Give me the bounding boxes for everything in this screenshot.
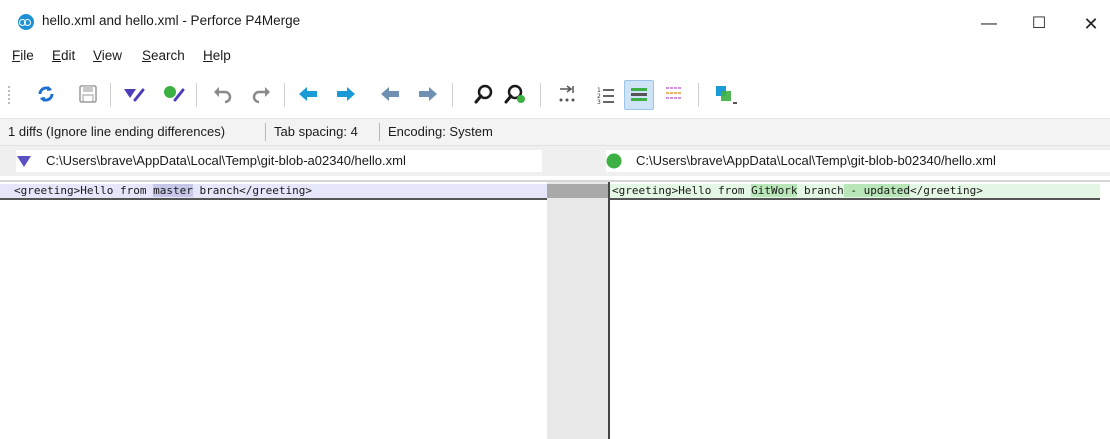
maximize-button[interactable]: ☐	[1016, 8, 1062, 40]
title-bar: hello.xml and hello.xml - Perforce P4Mer…	[0, 0, 1110, 44]
menu-help-label: elp	[212, 48, 231, 63]
left-changed-word: master	[153, 184, 193, 197]
menu-bar: File Edit View Search Help	[0, 44, 1110, 70]
diff-right-icon[interactable]	[160, 80, 188, 108]
menu-edit-hotkey: E	[52, 48, 62, 63]
menu-help-hotkey: H	[203, 48, 213, 63]
find-next-icon[interactable]	[502, 80, 530, 108]
status-separator	[379, 123, 380, 141]
toolbar-separator	[540, 83, 541, 107]
menu-view-label: iew	[101, 48, 123, 63]
right-added-text: - updated	[843, 184, 911, 197]
right-changed-word: GitWork	[751, 184, 798, 197]
diff-count-status: 1 diffs (Ignore line ending differences)	[8, 124, 226, 139]
right-editor-pane[interactable]: <greeting>Hello from GitWork branch - up…	[608, 182, 1110, 439]
menu-search-label: earch	[151, 48, 185, 63]
toolbar-separator	[284, 83, 285, 107]
menu-edit-label: dit	[61, 48, 76, 63]
right-line-text-end: </greeting>	[910, 184, 983, 197]
toolbar-separator	[452, 83, 453, 107]
encoding-status[interactable]: Encoding: System	[388, 124, 493, 139]
p4merge-app-icon	[18, 14, 34, 30]
layout-icon[interactable]	[712, 80, 740, 108]
left-file-marker-icon	[17, 156, 31, 167]
diff-gutter	[547, 182, 608, 439]
redo-icon[interactable]	[248, 80, 276, 108]
menu-file-label: ile	[20, 48, 34, 63]
right-line-text: <greeting>Hello from	[612, 184, 752, 197]
inline-diff-icon[interactable]	[660, 80, 688, 108]
next-change-icon[interactable]	[376, 80, 404, 108]
prev-diff-icon[interactable]	[332, 80, 360, 108]
right-file-header: C:\Users\brave\AppData\Local\Temp\git-bl…	[606, 150, 1110, 172]
menu-edit[interactable]: Edit	[52, 48, 75, 63]
find-icon[interactable]	[470, 80, 498, 108]
toolbar-grip[interactable]	[8, 86, 13, 104]
line-numbers-icon[interactable]: 123	[592, 80, 620, 108]
left-line-text-end: branch</greeting>	[192, 184, 313, 197]
left-file-path: C:\Users\brave\AppData\Local\Temp\git-bl…	[46, 153, 406, 168]
line-highlight-icon[interactable]	[624, 80, 654, 110]
menu-view[interactable]: View	[93, 48, 122, 63]
status-bar: 1 diffs (Ignore line ending differences)…	[0, 118, 1110, 146]
left-diff-line[interactable]: <greeting>Hello from master branch</gree…	[0, 184, 547, 200]
file-path-bar: C:\Users\brave\AppData\Local\Temp\git-bl…	[0, 146, 1110, 176]
toolbar-separator	[698, 83, 699, 107]
menu-file[interactable]: File	[12, 48, 34, 63]
right-file-path: C:\Users\brave\AppData\Local\Temp\git-bl…	[636, 153, 996, 168]
left-line-text: <greeting>Hello from	[14, 184, 154, 197]
close-button[interactable]: ✕	[1068, 8, 1110, 40]
next-diff-icon[interactable]	[294, 80, 322, 108]
prev-change-icon[interactable]	[414, 80, 442, 108]
show-whitespace-icon[interactable]	[554, 80, 582, 108]
diff-left-icon[interactable]	[120, 80, 148, 108]
right-file-marker-icon	[606, 153, 622, 169]
status-separator	[265, 123, 266, 141]
left-editor-pane[interactable]: <greeting>Hello from master branch</gree…	[0, 182, 547, 439]
menu-search-hotkey: S	[142, 48, 152, 63]
save-icon[interactable]	[74, 80, 102, 108]
menu-file-hotkey: F	[12, 48, 21, 63]
toolbar-separator	[110, 83, 111, 107]
right-line-text-mid: branch	[797, 184, 844, 197]
refresh-icon[interactable]	[32, 80, 60, 108]
undo-icon[interactable]	[208, 80, 236, 108]
svg-text:3: 3	[597, 99, 601, 104]
toolbar: 123	[0, 72, 1110, 116]
menu-view-hotkey: V	[93, 48, 102, 63]
minimize-button[interactable]: —	[966, 8, 1012, 40]
window-title: hello.xml and hello.xml - Perforce P4Mer…	[42, 13, 301, 28]
diff-gutter-connector[interactable]	[547, 184, 608, 198]
left-file-header: C:\Users\brave\AppData\Local\Temp\git-bl…	[16, 150, 542, 172]
menu-help[interactable]: Help	[203, 48, 231, 63]
right-diff-line[interactable]: <greeting>Hello from GitWork branch - up…	[610, 184, 1100, 200]
menu-search[interactable]: Search	[142, 48, 185, 63]
toolbar-separator	[196, 83, 197, 107]
tab-spacing-status[interactable]: Tab spacing: 4	[274, 124, 358, 139]
